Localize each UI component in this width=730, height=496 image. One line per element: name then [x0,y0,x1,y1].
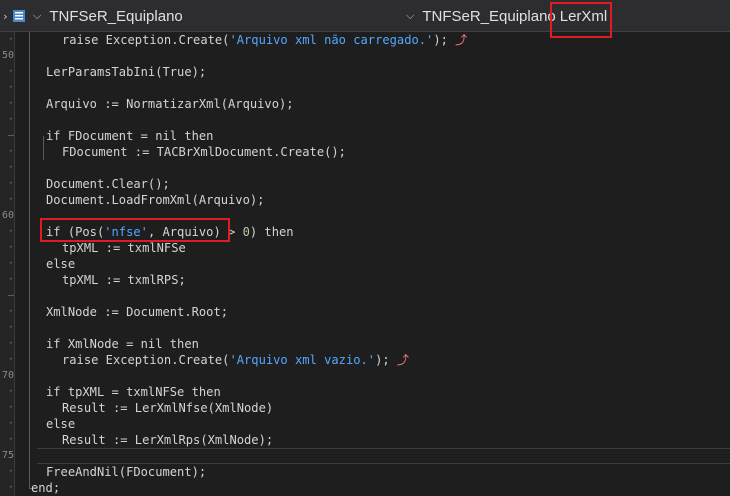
code-line[interactable]: else [0,416,730,432]
return-arrow-icon: ⤴ [389,353,409,367]
code-line[interactable]: Arquivo := NormatizarXml(Arquivo); [0,96,730,112]
line-number: 50 [1,50,14,61]
line-number: 60 [1,210,14,221]
code-line[interactable]: FreeAndNil(FDocument); [0,464,730,480]
code-line[interactable]: if FDocument = nil then [0,128,730,144]
unit-name: TNFSeR_Equiplano [49,7,183,25]
code-line[interactable]: Result := LerXmlRps(XmlNode); [0,432,730,448]
code-line[interactable]: if tpXML = txmlNFSe then [0,384,730,400]
code-line[interactable]: XmlNode := Document.Root; [0,304,730,320]
code-line[interactable]: Result := LerXmlNfse(XmlNode) [0,400,730,416]
highlight-box-condition [40,218,230,242]
chevron-down-icon: ⌵ [406,9,415,22]
line-number: 75 [1,450,14,461]
unit-dropdown[interactable]: ⌵ TNFSeR_Equiplano [33,0,183,32]
scope-class: TNFSeR_Equiplano [422,7,556,25]
code-line[interactable]: Document.Clear(); [0,176,730,192]
code-line[interactable]: raise Exception.Create('Arquivo xml não … [0,32,730,48]
code-line[interactable]: tpXML := txmlNFSe [0,240,730,256]
editor-navigation-bar: › ⌵ TNFSeR_Equiplano ⌵ TNFSeR_Equiplano … [0,0,730,32]
code-line[interactable]: raise Exception.Create('Arquivo xml vazi… [0,352,730,368]
code-line[interactable]: if XmlNode = nil then [0,336,730,352]
code-line[interactable]: Document.LoadFromXml(Arquivo); [0,192,730,208]
code-line[interactable]: tpXML := txmlRPS; [0,272,730,288]
line-number: 70 [1,370,14,381]
code-line[interactable]: LerParamsTabIni(True); [0,64,730,80]
code-line[interactable]: end; [0,480,730,496]
code-line[interactable]: FDocument := TACBrXmlDocument.Create(); [0,144,730,160]
current-line-highlight [37,448,730,464]
unit-file-icon [13,10,25,22]
collapse-chevron-icon[interactable]: › [2,0,9,32]
code-line[interactable]: else [0,256,730,272]
return-arrow-icon: ⤴ [447,33,468,47]
chevron-down-icon: ⌵ [33,9,42,22]
